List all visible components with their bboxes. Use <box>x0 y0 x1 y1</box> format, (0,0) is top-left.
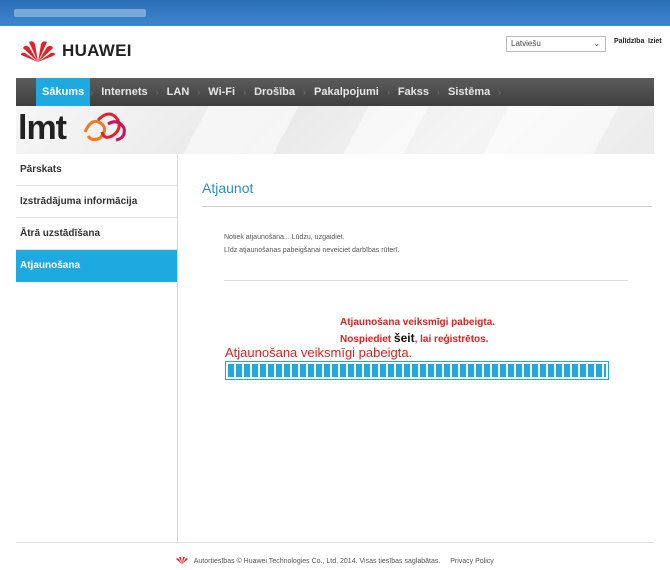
nav-lan[interactable]: LAN <box>159 78 198 106</box>
register-prompt-prefix: Nospiediet <box>340 334 394 345</box>
success-message-large: Atjaunošana veiksmīgi pabeigta. <box>225 345 413 360</box>
logout-link[interactable]: Iziet <box>648 38 662 45</box>
nav-separator: › <box>498 87 502 97</box>
progress-fill <box>228 364 606 377</box>
nav-security[interactable]: Drošība <box>246 78 303 106</box>
nav-internet[interactable]: Internets <box>93 78 155 106</box>
brand-name: HUAWEI <box>62 41 132 60</box>
main-content: Atjaunot Notiek atjaunošana... Lūdzu, uz… <box>178 154 654 542</box>
nav-system[interactable]: Sistēma <box>440 78 498 106</box>
update-status-message: Notiek atjaunošana... Lūdzu, uzgaidiet. <box>224 234 345 241</box>
footer-divider <box>16 542 654 543</box>
page-title: Atjaunot <box>202 180 254 196</box>
nav-home[interactable]: Sākums <box>36 78 91 106</box>
blurred-window-title <box>14 9 146 17</box>
huawei-flower-icon <box>21 41 55 62</box>
help-link[interactable]: Palīdzība <box>614 38 644 45</box>
footer: Autortiesības © Huawei Technologies Co.,… <box>0 556 670 565</box>
language-value: Latviešu <box>511 39 541 48</box>
success-message: Atjaunošana veiksmīgi pabeigta. <box>340 317 496 328</box>
nav-wifi[interactable]: Wi-Fi <box>200 78 243 106</box>
sidebar-item-quick-setup[interactable]: Ātrā uzstādīšana <box>16 218 177 250</box>
page-header: HUAWEI Latviešu ⌄ Palīdzība Iziet <box>0 26 670 76</box>
register-link[interactable]: šeit <box>394 331 415 345</box>
lmt-logo-icon <box>83 112 126 142</box>
main-nav: Sākums › Internets › LAN › Wi-Fi › Drošī… <box>16 78 654 106</box>
sidebar-item-overview[interactable]: Pārskats <box>16 154 177 186</box>
sidebar-item-product-info[interactable]: Izstrādājuma informācija <box>16 186 177 218</box>
banner-decoration <box>483 106 619 154</box>
update-progress-bar <box>225 361 609 380</box>
huawei-logo: HUAWEI <box>20 38 132 64</box>
register-prompt: Nospiediet šeit, lai reģistrētos. <box>340 331 489 345</box>
huawei-small-logo-icon <box>176 557 189 564</box>
browser-titlebar <box>0 0 670 26</box>
language-select[interactable]: Latviešu ⌄ <box>506 36 606 52</box>
content-divider <box>224 280 628 281</box>
title-divider <box>202 206 652 207</box>
nav-fax[interactable]: Fakss <box>390 78 437 106</box>
copyright-text: Autortiesības © Huawei Technologies Co.,… <box>193 558 441 565</box>
privacy-policy-link[interactable]: Privacy Policy <box>450 558 494 565</box>
sidebar: Pārskats Izstrādājuma informācija Ātrā u… <box>16 154 178 542</box>
banner-decoration <box>183 106 299 154</box>
lmt-logo-text: lmt <box>18 109 67 147</box>
sidebar-item-update[interactable]: Atjaunošana <box>16 250 177 282</box>
update-warning-message: Līdz atjaunošanas pabeigšanai neveiciet … <box>224 247 400 254</box>
banner-decoration <box>343 106 429 154</box>
chevron-down-icon: ⌄ <box>593 39 600 48</box>
nav-services[interactable]: Pakalpojumi <box>306 78 387 106</box>
operator-banner: lmt <box>16 106 654 154</box>
register-prompt-suffix: , lai reģistrētos. <box>414 334 489 345</box>
